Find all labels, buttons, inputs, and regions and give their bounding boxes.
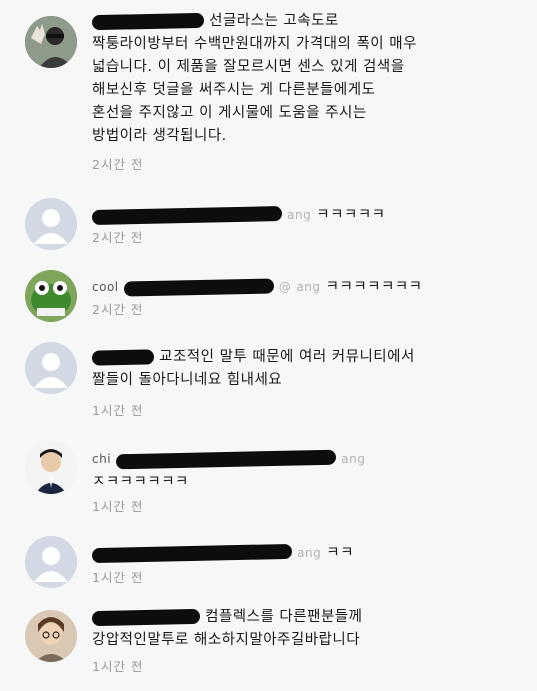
comment-line: 방법이라 생각됩니다. bbox=[92, 128, 227, 144]
avatar[interactable] bbox=[25, 342, 77, 394]
comment-line: 짤들이 돌아다니네요 힘내세요 bbox=[92, 372, 283, 388]
comment-line: ang ㅋㅋㅋㅋㅋ bbox=[91, 204, 517, 227]
comment-time: 2시간 전 bbox=[92, 157, 144, 172]
comment-line: 혼선을 주지않고 이 게시물에 도움을 주시는 bbox=[92, 105, 367, 121]
username-tail: ang bbox=[341, 452, 366, 466]
default-avatar-icon bbox=[25, 198, 77, 250]
comment-text: 컴플렉스를 다른팬분들께 bbox=[205, 609, 363, 625]
comment-time: 1시간 전 bbox=[92, 659, 144, 674]
comment-line: 짝퉁라이방부터 수백만원대까지 가격대의 폭이 매우 bbox=[92, 36, 417, 52]
username: cool bbox=[92, 280, 119, 294]
person-avatar-icon bbox=[25, 442, 77, 494]
comment-time: 1시간 전 bbox=[92, 570, 144, 585]
comment-line: 컴플렉스를 다른팬분들께 bbox=[91, 606, 517, 629]
redacted-username bbox=[91, 543, 293, 563]
mention: @ bbox=[278, 280, 292, 294]
avatar[interactable] bbox=[25, 16, 77, 68]
avatar[interactable] bbox=[25, 198, 77, 250]
comment-text: ㅋㅋ bbox=[326, 545, 354, 561]
redacted-username bbox=[91, 608, 201, 626]
comment-text: ㅋㅋㅋㅋㅋㅋㅋ bbox=[325, 279, 423, 295]
comment-text: ㅈㅋㅋㅋㅋㅋㅋ bbox=[92, 474, 189, 490]
username-tail: ang bbox=[297, 546, 322, 560]
username-tail: ang bbox=[287, 208, 312, 222]
comment-text: 교조적인 말투 때문에 여러 커뮤니티에서 bbox=[159, 349, 415, 365]
avatar[interactable] bbox=[25, 610, 77, 662]
comment-time: 2시간 전 bbox=[92, 302, 144, 317]
comment-time: 1시간 전 bbox=[92, 499, 144, 514]
comment-line: 선글라스는 고속도로 bbox=[91, 10, 517, 33]
redacted-username bbox=[91, 348, 155, 366]
comment-line: ang ㅋㅋ bbox=[91, 542, 517, 565]
redacted-username bbox=[123, 277, 274, 297]
comment-line: 강압적인말투로 해소하지말아주길바랍니다 bbox=[92, 632, 361, 648]
comment-time: 2시간 전 bbox=[92, 230, 144, 245]
comment-line: 해보신후 덧글을 써주시는 게 다른분들에게도 bbox=[92, 82, 376, 98]
comment-line: chi ang bbox=[92, 448, 517, 471]
comment-line: 넓습니다. 이 제품을 잘모르시면 센스 있게 검색을 bbox=[92, 59, 405, 75]
comment-line: cool @ ang ㅋㅋㅋㅋㅋㅋㅋ bbox=[92, 276, 517, 299]
avatar[interactable] bbox=[25, 270, 77, 322]
avatar[interactable] bbox=[25, 536, 77, 588]
redacted-username bbox=[91, 205, 283, 225]
comment-line: 교조적인 말투 때문에 여러 커뮤니티에서 bbox=[91, 346, 517, 369]
default-avatar-icon bbox=[25, 342, 77, 394]
frog-avatar-icon bbox=[25, 270, 77, 322]
redacted-username bbox=[91, 12, 205, 30]
avatar[interactable] bbox=[25, 442, 77, 494]
username: chi bbox=[92, 452, 112, 466]
redacted-username bbox=[116, 449, 337, 469]
default-avatar-icon bbox=[25, 536, 77, 588]
comment-time: 1시간 전 bbox=[92, 403, 144, 418]
person-avatar-icon bbox=[25, 610, 77, 662]
comment-text: ㅋㅋㅋㅋㅋ bbox=[316, 207, 386, 223]
user-photo-icon bbox=[25, 16, 77, 68]
username-tail: ang bbox=[296, 280, 321, 294]
